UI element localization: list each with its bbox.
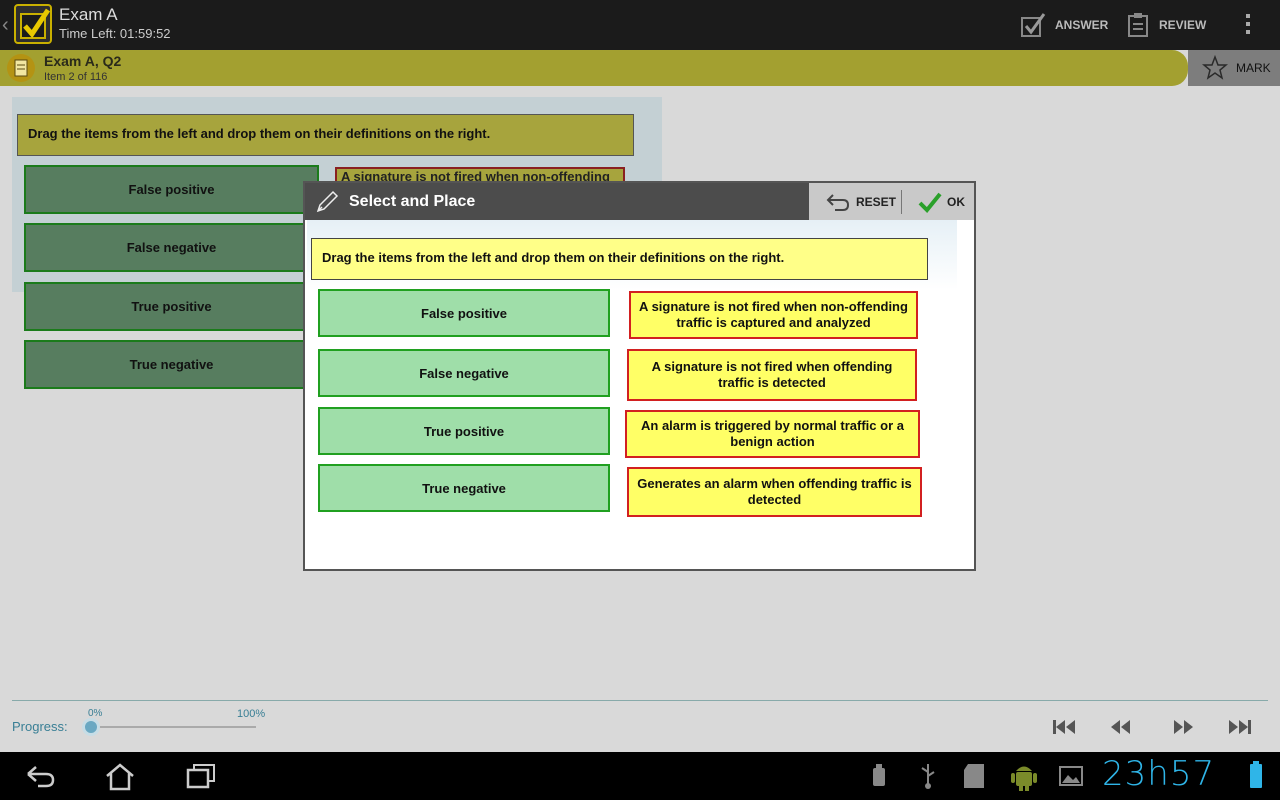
background-item: True negative bbox=[24, 340, 319, 389]
pen-icon bbox=[316, 190, 339, 213]
checkmark-icon bbox=[918, 192, 942, 213]
drop-target-definition-3[interactable]: An alarm is triggered by normal traffic … bbox=[625, 410, 920, 458]
question-bar bbox=[0, 50, 1188, 86]
progress-track[interactable] bbox=[88, 726, 256, 728]
reset-button[interactable]: RESET bbox=[825, 183, 896, 220]
dialog-header: Select and Place RESET OK bbox=[305, 183, 974, 220]
select-and-place-dialog: Select and Place RESET OK Drag the items… bbox=[303, 181, 976, 571]
battery-icon bbox=[1250, 761, 1262, 788]
overflow-menu-icon[interactable] bbox=[1240, 12, 1256, 38]
back-icon[interactable] bbox=[24, 762, 56, 790]
app-logo-icon[interactable] bbox=[14, 4, 52, 44]
question-counter: Item 2 of 116 bbox=[44, 71, 108, 83]
mark-button[interactable]: MARK bbox=[1202, 55, 1271, 81]
reset-label: RESET bbox=[856, 194, 897, 209]
drag-item-false-positive[interactable]: False positive bbox=[318, 289, 610, 337]
question-icon bbox=[7, 54, 35, 82]
action-bar: ‹ Exam A Time Left: 01:59:52 ANSWER REVI… bbox=[0, 0, 1280, 50]
debug-icon bbox=[873, 764, 885, 786]
drag-item-true-negative[interactable]: True negative bbox=[318, 464, 610, 512]
background-item: True positive bbox=[24, 282, 319, 331]
answer-label: ANSWER bbox=[1055, 18, 1109, 32]
back-caret-icon[interactable]: ‹ bbox=[2, 14, 9, 37]
previous-question-icon[interactable] bbox=[1108, 717, 1134, 737]
first-question-icon[interactable] bbox=[1051, 717, 1077, 737]
usb-icon bbox=[921, 764, 935, 789]
dialog-button-separator bbox=[901, 190, 902, 214]
answer-button[interactable]: ANSWER bbox=[1020, 0, 1108, 50]
android-icon bbox=[1011, 766, 1037, 791]
exam-title: Exam A bbox=[59, 5, 118, 24]
progress-label: Progress: bbox=[12, 719, 68, 734]
drop-target-definition-1[interactable]: A signature is not fired when non-offend… bbox=[629, 291, 918, 339]
ok-button[interactable]: OK bbox=[918, 183, 965, 220]
background-item: False negative bbox=[24, 223, 319, 272]
time-left: Time Left: 01:59:52 bbox=[59, 26, 171, 41]
progress-slider-knob[interactable] bbox=[82, 718, 101, 736]
answer-icon bbox=[1021, 13, 1046, 37]
background-instruction: Drag the items from the left and drop th… bbox=[17, 114, 634, 156]
instruction-text: Drag the items from the left and drop th… bbox=[311, 238, 928, 280]
star-icon bbox=[1202, 55, 1228, 80]
mark-label: MARK bbox=[1236, 61, 1271, 75]
clock: 23h57 bbox=[1102, 754, 1216, 794]
last-question-icon[interactable] bbox=[1227, 717, 1253, 737]
next-question-icon[interactable] bbox=[1170, 717, 1196, 737]
drop-target-definition-2[interactable]: A signature is not fired when offending … bbox=[627, 349, 917, 401]
undo-icon bbox=[826, 193, 850, 211]
drag-item-true-positive[interactable]: True positive bbox=[318, 407, 610, 455]
review-label: REVIEW bbox=[1159, 18, 1207, 32]
recent-apps-icon[interactable] bbox=[185, 762, 217, 790]
sd-card-icon bbox=[964, 764, 984, 788]
background-item: False positive bbox=[24, 165, 319, 214]
drop-target-definition-4[interactable]: Generates an alarm when offending traffi… bbox=[627, 467, 922, 517]
drag-item-false-negative[interactable]: False negative bbox=[318, 349, 610, 397]
footer-divider bbox=[12, 700, 1268, 701]
review-icon bbox=[1128, 13, 1148, 37]
question-title: Exam A, Q2 bbox=[44, 53, 122, 69]
gallery-icon bbox=[1059, 766, 1083, 786]
review-button[interactable]: REVIEW bbox=[1126, 0, 1206, 50]
ok-label: OK bbox=[947, 194, 965, 209]
dialog-title: Select and Place bbox=[349, 193, 476, 210]
system-navigation-bar bbox=[0, 752, 1280, 800]
home-icon[interactable] bbox=[104, 762, 136, 792]
progress-max-label: 100% bbox=[237, 708, 266, 720]
